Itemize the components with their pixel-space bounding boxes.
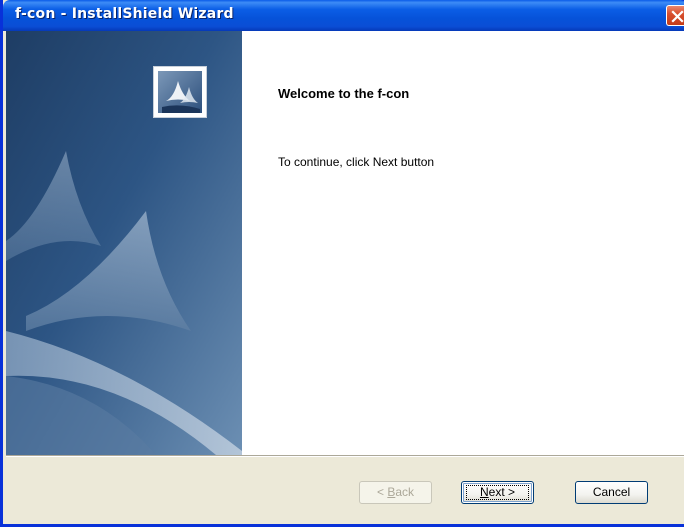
back-button-label: ack <box>395 485 415 499</box>
welcome-heading: Welcome to the f-con <box>278 86 410 101</box>
welcome-message: To continue, click Next button <box>278 155 435 169</box>
close-icon <box>671 10 684 23</box>
back-button[interactable]: < Back <box>359 481 432 504</box>
wizard-sidebar-banner <box>6 31 242 455</box>
back-button-prefix: < <box>376 485 388 499</box>
close-button[interactable] <box>666 5 684 26</box>
title-bar[interactable]: f-con - InstallShield Wizard <box>3 0 684 31</box>
wizard-footer: < Back Next > Cancel <box>6 457 684 524</box>
installshield-logo-icon <box>153 66 207 118</box>
window-title: f-con - InstallShield Wizard <box>15 6 234 22</box>
wizard-body: Welcome to the f-con To continue, click … <box>6 31 684 455</box>
wizard-window: f-con - InstallShield Wizard Welcome to … <box>0 0 684 527</box>
wizard-content: Welcome to the f-con To continue, click … <box>242 31 684 455</box>
cancel-button[interactable]: Cancel <box>575 481 648 504</box>
next-button[interactable]: Next > <box>461 481 534 504</box>
